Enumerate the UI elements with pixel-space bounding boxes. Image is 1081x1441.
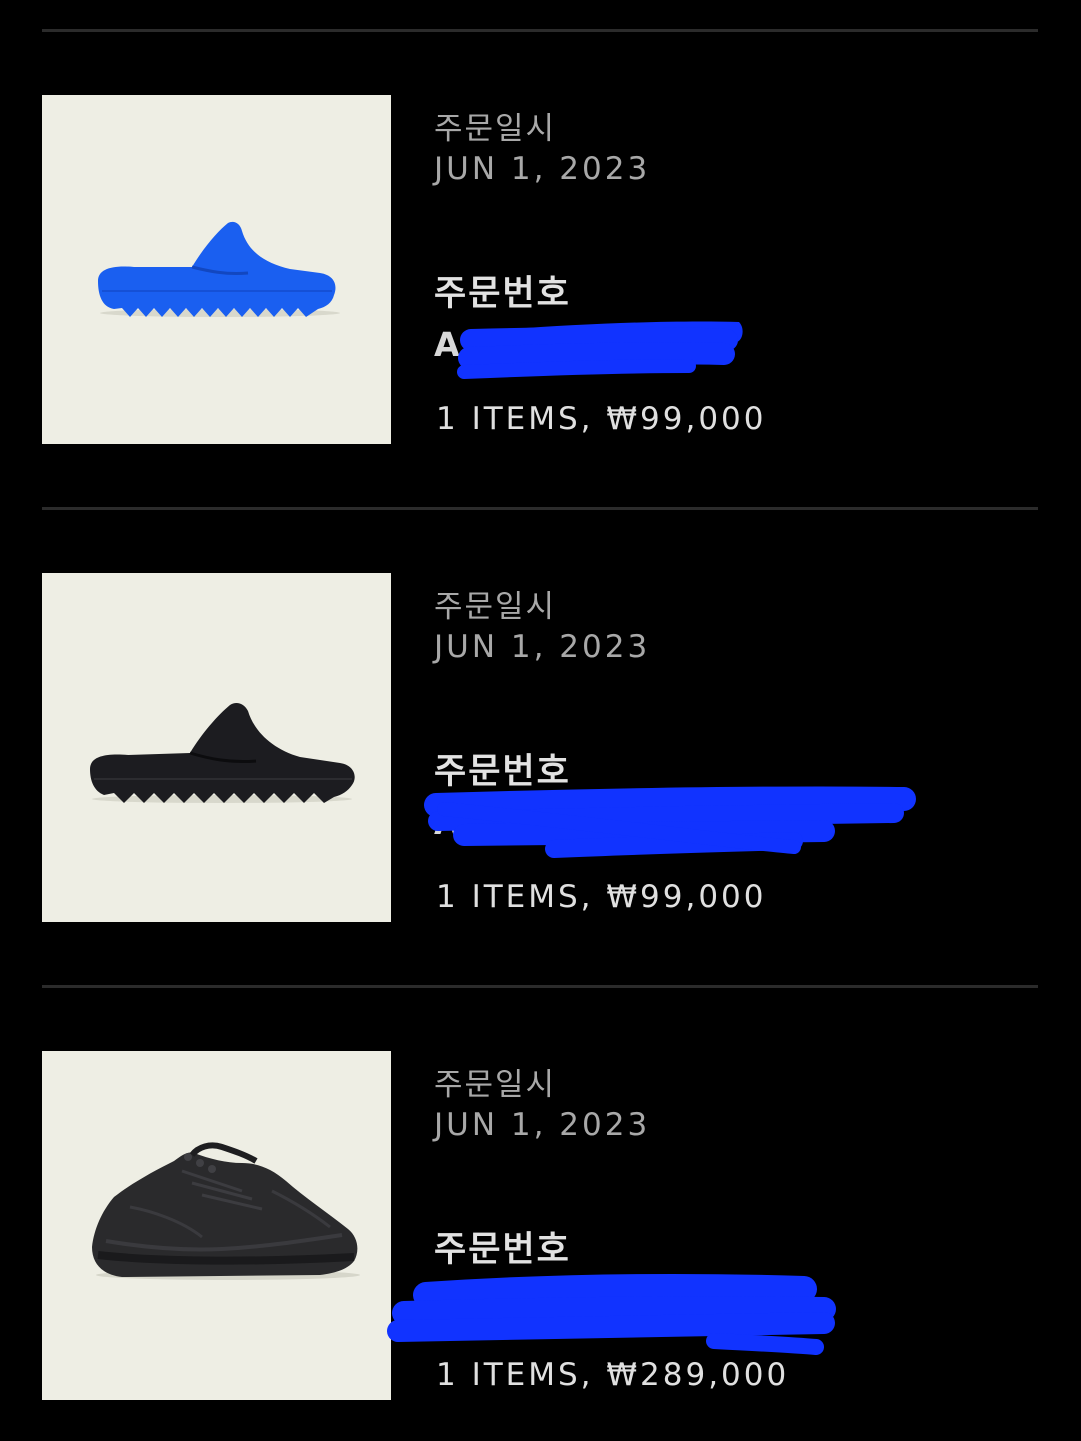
order-number-value: A xyxy=(434,325,463,364)
redaction-scribble xyxy=(424,783,1044,893)
order-number-label: 주문번호 xyxy=(434,752,571,792)
product-thumbnail[interactable] xyxy=(42,1051,391,1400)
order-date-value: JUN 1, 2023 xyxy=(434,1107,651,1143)
order-info: 주문일시 JUN 1, 2023 주문번호 A 1 ITEMS, ₩99,000 xyxy=(424,573,1034,923)
divider xyxy=(42,507,1038,510)
black-sneaker-icon xyxy=(92,1142,360,1280)
order-date-label: 주문일시 xyxy=(434,589,557,625)
order-date-value: JUN 1, 2023 xyxy=(434,151,651,187)
order-info: 주문일시 JUN 1, 2023 주문번호 A 1 ITEMS, ₩99,000 xyxy=(434,95,1034,445)
order-number-value: A xyxy=(434,803,463,842)
order-number-label: 주문번호 xyxy=(434,274,571,314)
order-info: 주문일시 JUN 1, 2023 주문번호 1 ITEMS, ₩289,000 xyxy=(387,1051,1034,1401)
order-item[interactable]: 주문일시 JUN 1, 2023 주문번호 A 1 ITEMS, ₩99,000 xyxy=(0,95,1081,445)
order-date-label: 주문일시 xyxy=(434,1067,557,1103)
order-summary: 1 ITEMS, ₩99,000 xyxy=(436,879,767,915)
blue-slide-sandal-icon xyxy=(98,221,340,317)
order-summary: 1 ITEMS, ₩99,000 xyxy=(436,401,767,437)
order-date-label: 주문일시 xyxy=(434,111,557,147)
order-date-value: JUN 1, 2023 xyxy=(434,629,651,665)
order-number-label: 주문번호 xyxy=(434,1230,571,1270)
order-summary: 1 ITEMS, ₩289,000 xyxy=(436,1357,790,1393)
divider xyxy=(42,985,1038,988)
black-slide-sandal-icon xyxy=(90,703,355,803)
product-thumbnail[interactable] xyxy=(42,573,391,922)
product-thumbnail[interactable] xyxy=(42,95,391,444)
order-item[interactable]: 주문일시 JUN 1, 2023 주문번호 A 1 ITEMS, ₩99,000 xyxy=(0,573,1081,923)
divider-top xyxy=(42,29,1038,32)
order-item[interactable]: 주문일시 JUN 1, 2023 주문번호 1 ITEMS, ₩289,000 xyxy=(0,1051,1081,1401)
